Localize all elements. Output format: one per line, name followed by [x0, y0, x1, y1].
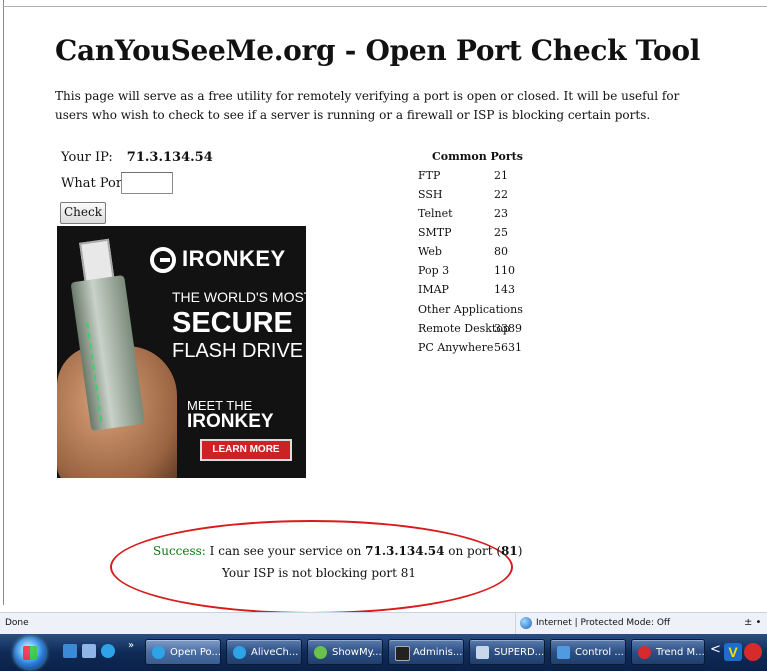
status-text: Done	[5, 618, 29, 628]
isp-message: Your ISP is not blocking port 81	[222, 566, 416, 580]
port-number: 143	[494, 283, 515, 296]
app-tray-icon[interactable]	[744, 643, 762, 661]
ironkey-brand: IRONKEY	[182, 246, 286, 271]
port-number: 80	[494, 245, 508, 258]
ad-line-5: IRONKEY	[187, 411, 274, 432]
ad-line-1: THE WORLD'S MOST	[172, 289, 306, 305]
command-prompt-icon	[395, 646, 410, 661]
port-number: 3389	[494, 322, 522, 335]
check-button[interactable]: Check	[60, 202, 106, 224]
success-message: Success: I can see your service on 71.3.…	[153, 544, 523, 558]
result-ip: 71.3.134.54	[365, 544, 445, 558]
port-row: Pop 3 110	[418, 264, 515, 277]
port-number: 23	[494, 207, 508, 220]
port-row: SSH 22	[418, 188, 508, 201]
result-port: 81	[501, 544, 518, 558]
port-name: SSH	[418, 188, 443, 201]
internet-explorer-icon	[233, 646, 246, 659]
other-applications-title: Other Applications	[418, 303, 523, 316]
window-top-border	[3, 6, 767, 7]
system-tray: < V	[706, 637, 767, 668]
taskbar-button-control-panel[interactable]: Control ...	[550, 639, 626, 665]
your-ip-value: 71.3.134.54	[126, 150, 213, 165]
port-name: SMTP	[418, 226, 452, 239]
common-ports-title: Common Ports	[432, 150, 523, 163]
port-row: Telnet 23	[418, 207, 508, 220]
page-title: CanYouSeeMe.org - Open Port Check Tool	[55, 34, 701, 67]
globe-icon	[520, 617, 532, 629]
port-name: Web	[418, 245, 442, 258]
port-name: Telnet	[418, 207, 453, 220]
port-row: PC Anywhere5631	[418, 341, 522, 354]
app-icon	[314, 646, 327, 659]
start-button[interactable]	[14, 637, 46, 669]
port-name: PC Anywhere	[418, 341, 494, 354]
window-left-border	[3, 0, 4, 605]
taskbar-button-trend-micro[interactable]: Trend M...	[631, 639, 705, 665]
your-ip-row: Your IP: 71.3.134.54	[61, 150, 213, 165]
port-name: Pop 3	[418, 264, 450, 277]
port-name: Remote Desktop	[418, 322, 510, 335]
internet-explorer-icon[interactable]	[101, 644, 115, 658]
switch-windows-icon[interactable]	[82, 644, 96, 658]
ad-line-3: FLASH DRIVE	[172, 340, 304, 362]
learn-more-button[interactable]: LEARN MORE	[200, 439, 292, 461]
port-number: 110	[494, 264, 515, 277]
taskbar-button-alivecheck[interactable]: AliveCh...	[226, 639, 302, 665]
show-desktop-icon[interactable]	[63, 644, 77, 658]
zoom-icon[interactable]: ± •	[744, 617, 761, 628]
windows-taskbar: » Open Po... AliveCh... ShowMy... Admini…	[0, 634, 767, 671]
security-zone[interactable]: Internet | Protected Mode: Off	[515, 613, 716, 634]
intro-text: This page will serve as a free utility f…	[55, 89, 680, 122]
port-number: 21	[494, 169, 508, 182]
port-number: 22	[494, 188, 508, 201]
taskbar-button-administrator[interactable]: Adminis...	[388, 639, 464, 665]
port-row: FTP 21	[418, 169, 508, 182]
control-panel-icon	[557, 646, 570, 659]
port-row: Remote Desktop3389	[418, 322, 522, 335]
taskbar-button-open-port[interactable]: Open Po...	[145, 639, 221, 665]
taskbar-button-superdat[interactable]: SUPERD...	[469, 639, 545, 665]
security-zone-text: Internet | Protected Mode: Off	[536, 618, 671, 628]
internet-explorer-icon	[152, 646, 165, 659]
port-number: 25	[494, 226, 508, 239]
trend-micro-icon	[638, 646, 651, 659]
port-name: FTP	[418, 169, 441, 182]
app-icon	[476, 646, 489, 659]
port-number: 5631	[494, 341, 522, 354]
taskbar-button-showmy[interactable]: ShowMy...	[307, 639, 383, 665]
ironkey-logo: IRONKEY	[150, 246, 300, 280]
ironkey-ad-banner[interactable]: IRONKEY THE WORLD'S MOST SECURE FLASH DR…	[57, 226, 306, 478]
port-row: Web 80	[418, 245, 508, 258]
browser-status-bar: Done Internet | Protected Mode: Off ± •	[0, 612, 767, 635]
your-ip-label: Your IP:	[61, 150, 113, 165]
tray-chevron-icon[interactable]: <	[710, 642, 721, 657]
port-input[interactable]	[121, 172, 173, 194]
port-row: SMTP 25	[418, 226, 508, 239]
ad-line-2: SECURE	[172, 307, 293, 339]
port-row: IMAP 143	[418, 283, 515, 296]
port-name: IMAP	[418, 283, 449, 296]
quicklaunch-chevron-icon[interactable]: »	[128, 640, 134, 651]
success-word: Success:	[153, 544, 206, 558]
ironkey-key-icon	[150, 247, 176, 273]
antivirus-tray-icon[interactable]: V	[724, 643, 742, 661]
